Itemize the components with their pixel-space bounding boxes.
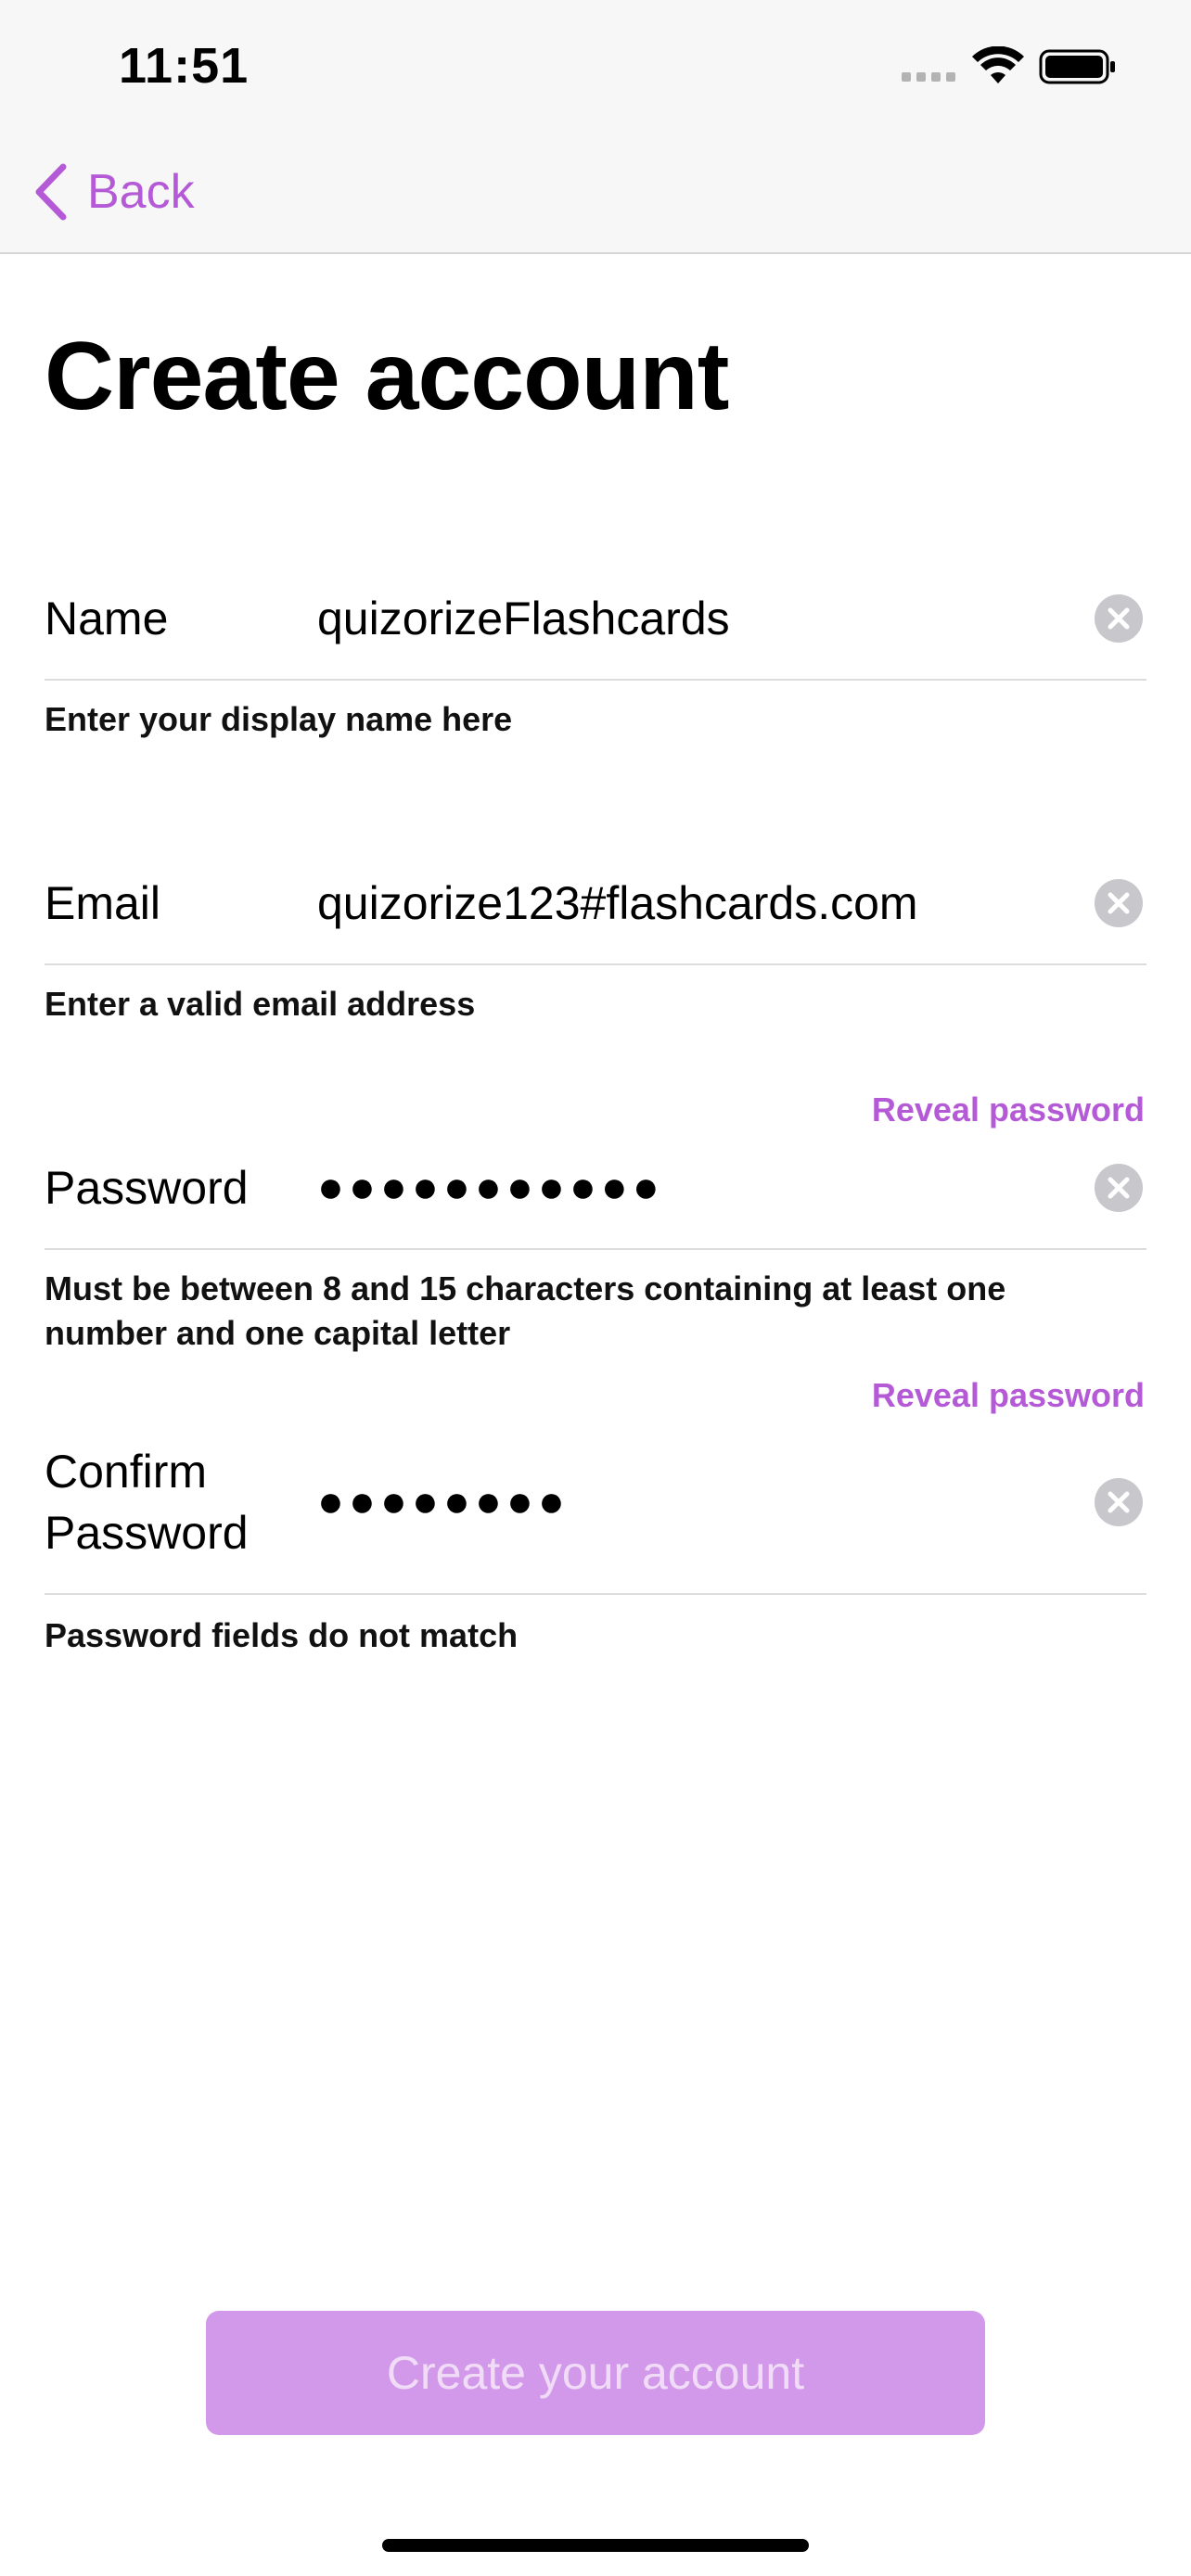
battery-icon — [1039, 49, 1115, 84]
password-helper-line1: Must be between 8 and 15 characters cont… — [45, 1269, 1006, 1307]
email-label: Email — [45, 877, 161, 929]
name-helper-text: Enter your display name here — [45, 700, 513, 738]
back-label: Back — [87, 165, 195, 219]
name-input[interactable]: quizorizeFlashcards — [317, 588, 730, 649]
name-label: Name — [45, 593, 169, 644]
clear-password-icon[interactable] — [1095, 1164, 1143, 1212]
clear-name-icon[interactable] — [1095, 594, 1143, 643]
email-divider — [45, 963, 1146, 965]
chevron-left-icon — [35, 163, 67, 221]
password-divider — [45, 1248, 1146, 1250]
confirm-password-label-line1: Confirm — [45, 1446, 208, 1498]
create-account-label: Create your account — [386, 2347, 805, 2399]
email-input[interactable]: quizorize123#flashcards.com — [317, 873, 918, 934]
signal-icon — [902, 72, 959, 82]
password-label: Password — [45, 1162, 249, 1214]
reveal-confirm-password-link[interactable]: Reveal password — [872, 1373, 1145, 1418]
email-helper-text: Enter a valid email address — [45, 985, 476, 1023]
password-input[interactable]: ●●●●●●●●●●● — [317, 1157, 664, 1218]
confirm-password-input[interactable]: ●●●●●●●● — [317, 1472, 570, 1533]
wifi-icon — [972, 46, 1024, 83]
confirm-password-helper-text: Password fields do not match — [45, 1616, 519, 1654]
name-divider — [45, 679, 1146, 681]
page-title: Create account — [45, 323, 729, 430]
home-indicator — [382, 2539, 809, 2552]
confirm-password-label-line2: Password — [45, 1507, 249, 1559]
create-account-button[interactable]: Create your account — [206, 2311, 985, 2435]
password-helper-line2: number and one capital letter — [45, 1314, 511, 1352]
clear-email-icon[interactable] — [1095, 879, 1143, 927]
confirm-password-divider — [45, 1593, 1146, 1595]
status-time: 11:51 — [119, 38, 250, 94]
reveal-password-link[interactable]: Reveal password — [872, 1088, 1145, 1132]
back-button[interactable]: Back — [33, 163, 195, 221]
clear-confirm-password-icon[interactable] — [1095, 1478, 1143, 1526]
